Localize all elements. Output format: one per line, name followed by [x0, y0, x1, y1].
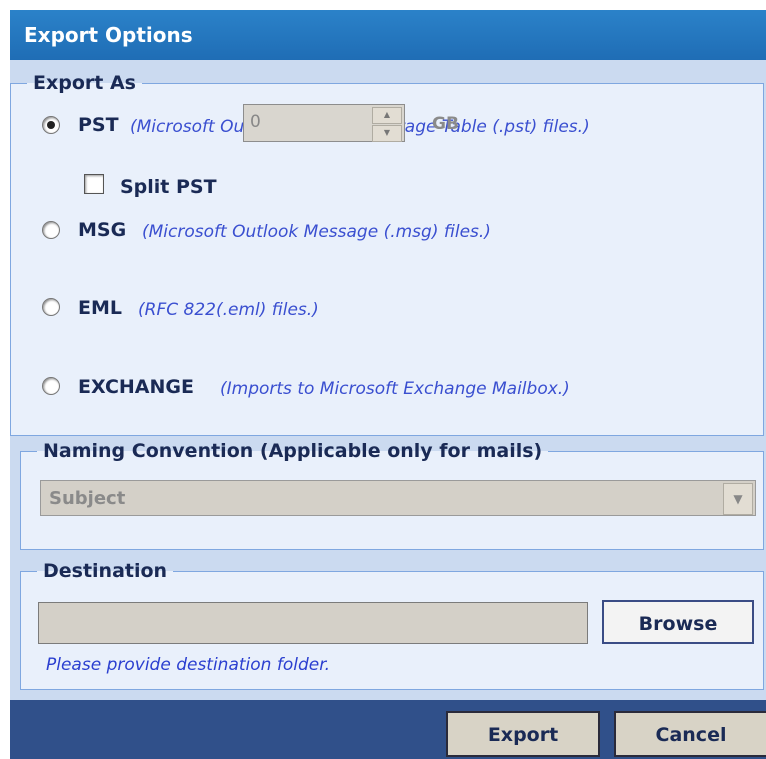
radio-pst[interactable] — [42, 116, 60, 134]
radio-exchange[interactable] — [42, 377, 60, 395]
split-size-value: 0 — [250, 112, 261, 132]
chevron-down-icon[interactable]: ▼ — [723, 483, 753, 515]
split-size-spinbox[interactable]: 0 ▲ ▼ — [243, 104, 405, 142]
label-eml: EML — [78, 297, 122, 319]
desc-exchange: (Imports to Microsoft Exchange Mailbox.) — [220, 379, 570, 399]
naming-legend: Naming Convention (Applicable only for m… — [43, 440, 543, 462]
spin-up-icon[interactable]: ▲ — [372, 107, 402, 124]
export-button[interactable]: Export — [446, 711, 600, 757]
naming-select[interactable]: Subject ▼ — [40, 480, 756, 516]
desc-msg: (Microsoft Outlook Message (.msg) files.… — [142, 222, 491, 242]
split-pst-checkbox[interactable] — [84, 174, 104, 194]
desc-eml: (RFC 822(.eml) files.) — [138, 300, 319, 320]
export-as-legend: Export As — [33, 72, 136, 94]
label-exchange: EXCHANGE — [78, 376, 194, 398]
radio-msg[interactable] — [42, 221, 60, 239]
destination-hint: Please provide destination folder. — [46, 655, 331, 675]
cancel-button[interactable]: Cancel — [614, 711, 766, 757]
spin-down-icon[interactable]: ▼ — [372, 125, 402, 142]
browse-button[interactable]: Browse — [602, 600, 754, 644]
label-pst: PST — [78, 114, 119, 136]
destination-input[interactable] — [38, 602, 588, 644]
split-pst-label: Split PST — [120, 176, 217, 198]
label-msg: MSG — [78, 219, 127, 241]
window-title: Export Options — [24, 23, 193, 47]
split-unit: GB — [432, 114, 459, 134]
radio-eml[interactable] — [42, 298, 60, 316]
destination-legend: Destination — [43, 560, 168, 582]
title-bar: Export Options — [10, 10, 766, 60]
naming-selected: Subject — [49, 488, 126, 509]
